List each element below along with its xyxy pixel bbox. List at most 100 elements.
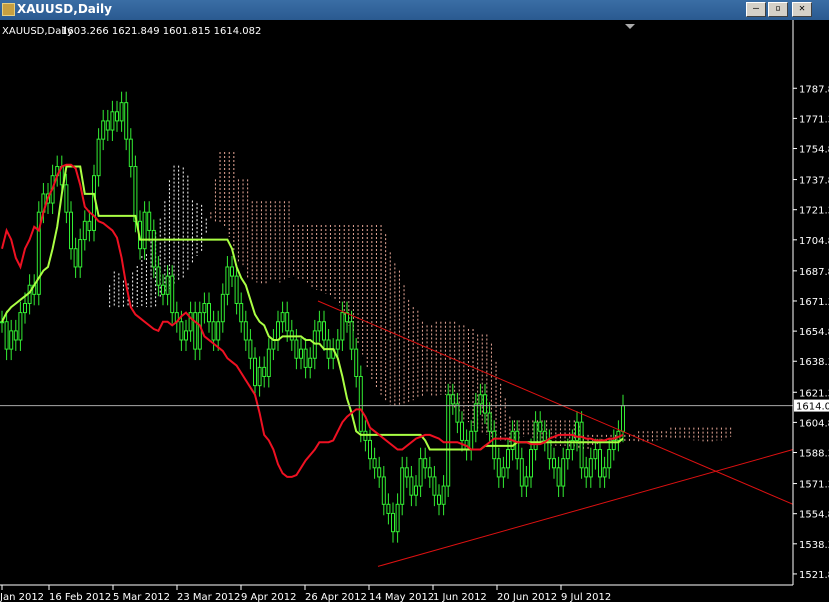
- restore-button[interactable]: ▫: [768, 2, 788, 17]
- candle-body: [524, 476, 529, 487]
- candle-body: [460, 421, 464, 441]
- time-tick-label: 23 Mar 2012: [177, 592, 240, 602]
- candle-body: [156, 266, 161, 286]
- candle-body: [179, 321, 184, 341]
- candle-body: [69, 211, 73, 250]
- price-tick-label: 1704.87: [799, 236, 829, 247]
- candle-body: [101, 120, 106, 140]
- time-tick-label: 9 Apr 2012: [241, 592, 296, 602]
- candle-body: [147, 211, 152, 231]
- candle-body: [303, 348, 308, 368]
- candle-body: [496, 458, 501, 478]
- candle-body: [151, 229, 156, 268]
- ohlc-readout: 1603.266 1621.849 1601.815 1614.082: [61, 26, 261, 37]
- candle-body: [529, 449, 533, 478]
- candle-body: [253, 357, 257, 387]
- close-button[interactable]: ✕: [792, 2, 812, 17]
- candle-body: [13, 330, 18, 341]
- candle-body: [427, 467, 432, 478]
- candle-body: [584, 467, 589, 478]
- candle-body: [78, 239, 83, 268]
- candle-body: [561, 458, 566, 487]
- candle-body: [386, 503, 391, 514]
- time-tick-label: 9 Jul 2012: [561, 592, 611, 602]
- candle-body: [239, 302, 244, 323]
- candle-body: [202, 302, 207, 314]
- candle-body: [115, 111, 119, 122]
- candle-body: [450, 394, 455, 405]
- window-titlebar: XAUUSD,Daily — ▫ ✕: [0, 0, 829, 20]
- candle-body: [501, 467, 506, 478]
- lower-trendline: [377, 449, 794, 567]
- candle-body: [542, 430, 547, 441]
- candle-body: [248, 339, 253, 359]
- candle-body: [556, 467, 561, 487]
- candle-body: [354, 348, 359, 378]
- candle-body: [579, 421, 584, 469]
- candle-body: [565, 449, 570, 460]
- candle-body: [211, 321, 216, 341]
- candle-body: [128, 138, 133, 168]
- candle-body: [469, 430, 474, 451]
- candle-body: [230, 266, 234, 277]
- candle-body: [105, 120, 110, 131]
- candle-body: [257, 366, 262, 387]
- candle-body: [423, 458, 428, 469]
- candle-body: [87, 220, 92, 231]
- candle-body: [64, 184, 69, 213]
- candle-body: [400, 467, 405, 505]
- candle-body: [473, 403, 478, 432]
- candle-body: [455, 403, 460, 423]
- candle-body: [432, 476, 437, 496]
- price-tick-label: 1671.37: [799, 297, 829, 308]
- candle-body: [322, 321, 326, 341]
- candle-body: [82, 220, 87, 241]
- candle-body: [4, 321, 9, 350]
- candle-body: [515, 430, 520, 460]
- candle-body: [165, 275, 170, 295]
- time-tick-label: Jan 2012: [0, 592, 44, 602]
- candle-body: [552, 458, 556, 469]
- candle-body: [368, 439, 372, 460]
- candle-body: [519, 458, 524, 487]
- time-tick-label: 20 Jun 2012: [497, 592, 557, 602]
- candle-body: [349, 321, 354, 350]
- price-tick-label: 1571.37: [799, 480, 829, 491]
- price-tick-label: 1554.87: [799, 510, 829, 521]
- price-tick-label: 1771.37: [799, 114, 829, 125]
- candle-body: [441, 485, 446, 505]
- candle-body: [414, 485, 418, 496]
- candle-body: [593, 449, 598, 460]
- candle-body: [607, 449, 612, 469]
- ichimoku-cloud: [109, 151, 732, 450]
- time-tick-label: 1 Jun 2012: [433, 592, 487, 602]
- candle-body: [225, 266, 230, 295]
- current-price-label: 1614.08: [794, 399, 829, 413]
- candle-body: [588, 458, 593, 478]
- price-tick-label: 1787.87: [799, 84, 829, 95]
- candle-body: [18, 312, 23, 341]
- candle-body: [184, 330, 188, 341]
- candle-body: [598, 449, 602, 478]
- chart-window-icon: [2, 3, 15, 16]
- candle-body: [266, 348, 271, 378]
- candle-body: [404, 467, 409, 478]
- chart-shift-marker-icon[interactable]: [625, 24, 635, 29]
- window-title: XAUUSD,Daily: [17, 2, 112, 16]
- candle-body: [142, 211, 147, 250]
- price-chart[interactable]: 1787.87 1771.37 1754.87 1737.87 1721.37 1704.…: [0, 20, 829, 602]
- candle-body: [161, 284, 165, 295]
- candle-body: [9, 330, 14, 350]
- candle-body: [391, 512, 395, 533]
- time-axis: Jan 2012 16 Feb 2012 5 Mar 2012 23 Mar 2012…: [0, 585, 611, 602]
- time-tick-label: 26 Apr 2012: [305, 592, 367, 602]
- current-price-text: 1614.08: [796, 402, 829, 413]
- candle-body: [124, 102, 129, 140]
- price-tick-label: 1538.37: [799, 540, 829, 551]
- candle-body: [294, 339, 299, 359]
- candle-body: [340, 312, 345, 341]
- price-tick-label: 1687.87: [799, 267, 829, 278]
- minimize-button[interactable]: —: [746, 2, 766, 17]
- candle-body: [372, 458, 377, 469]
- candle-body: [317, 321, 322, 332]
